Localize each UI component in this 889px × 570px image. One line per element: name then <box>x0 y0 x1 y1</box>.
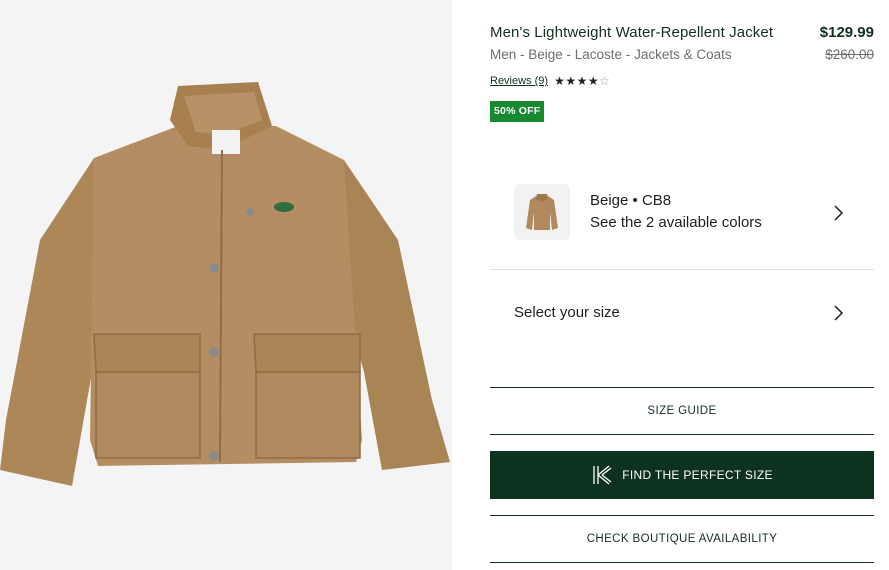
reviews-row: Reviews (9) ★ ★ ★ ★ ☆ <box>490 74 610 88</box>
find-perfect-size-label: FIND THE PERFECT SIZE <box>622 468 773 482</box>
reviews-link[interactable]: Reviews (9) <box>490 75 548 87</box>
rating-stars: ★ ★ ★ ★ ☆ <box>554 74 610 88</box>
star-filled-icon: ★ <box>576 74 588 88</box>
divider <box>490 269 874 270</box>
size-selector[interactable]: Select your size <box>490 272 874 354</box>
size-guide-label: SIZE GUIDE <box>647 405 717 417</box>
check-boutique-button[interactable]: CHECK BOUTIQUE AVAILABILITY <box>490 515 874 563</box>
price-current: $129.99 <box>819 24 874 41</box>
product-title: Men's Lightweight Water-Repellent Jacket <box>490 24 774 41</box>
find-perfect-size-button[interactable]: FIND THE PERFECT SIZE <box>490 451 874 499</box>
color-swatch-thumbnail <box>514 184 570 240</box>
star-filled-icon: ★ <box>565 74 577 88</box>
product-breadcrumb: Men - Beige - Lacoste - Jackets & Coats <box>490 47 732 62</box>
chevron-right-icon <box>834 305 844 321</box>
available-colors-text: See the 2 available colors <box>590 214 762 231</box>
product-image[interactable] <box>0 0 452 570</box>
jacket-illustration <box>0 82 450 486</box>
star-filled-icon: ★ <box>587 74 600 88</box>
product-info-panel: Men's Lightweight Water-Repellent Jacket… <box>490 0 874 570</box>
price-original: $260.00 <box>825 47 874 62</box>
size-guide-button[interactable]: SIZE GUIDE <box>490 387 874 435</box>
discount-badge: 50% OFF <box>490 101 545 122</box>
star-empty-icon: ☆ <box>599 74 611 88</box>
jacket-thumbnail-icon <box>526 194 558 230</box>
star-filled-icon: ★ <box>554 74 566 88</box>
color-name: Beige • CB8 <box>590 192 672 209</box>
color-selector[interactable]: Beige • CB8 See the 2 available colors <box>490 170 874 256</box>
chevron-right-icon <box>834 205 844 221</box>
check-boutique-label: CHECK BOUTIQUE AVAILABILITY <box>586 533 778 545</box>
size-selector-label: Select your size <box>514 304 620 321</box>
k-logo-icon <box>593 465 612 485</box>
